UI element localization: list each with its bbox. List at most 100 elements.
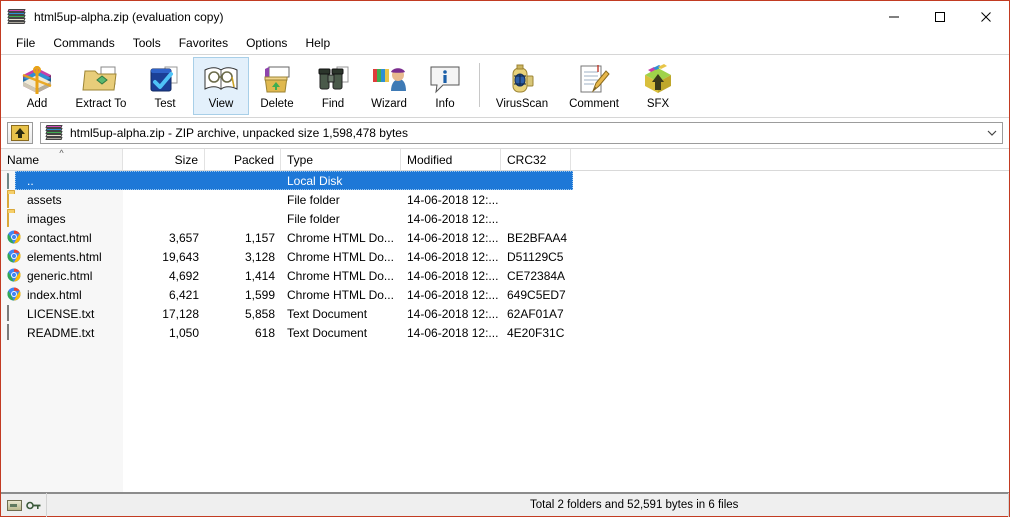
- cell-name: ..: [1, 171, 123, 190]
- toolbar-label-sfx: SFX: [646, 98, 670, 110]
- path-bar: html5up-alpha.zip - ZIP archive, unpacke…: [1, 118, 1009, 148]
- cell-name-text: ..: [27, 173, 34, 188]
- winrar-books-icon: [45, 125, 64, 141]
- menu-item-tools[interactable]: Tools: [124, 34, 170, 52]
- cell-type: File folder: [287, 192, 340, 207]
- table-row[interactable]: elements.html 19,643 3,128 Chrome HTML D…: [1, 247, 1009, 266]
- cell-modified: 14-06-2018 12:...: [407, 325, 499, 340]
- column-header-name-label: Name: [7, 152, 40, 167]
- cell-size: 17,128: [162, 306, 199, 321]
- toolbar-button-add[interactable]: Add: [9, 57, 65, 115]
- table-row[interactable]: LICENSE.txt 17,128 5,858 Text Document 1…: [1, 304, 1009, 323]
- toolbar-button-sfx[interactable]: SFX: [630, 57, 686, 115]
- column-header-crc32[interactable]: CRC32: [501, 149, 571, 170]
- table-row[interactable]: assets File folder 14-06-2018 12:...: [1, 190, 1009, 209]
- drive-icon[interactable]: [7, 499, 22, 511]
- table-row[interactable]: .. Local Disk: [1, 171, 1009, 190]
- archive-path-combo[interactable]: html5up-alpha.zip - ZIP archive, unpacke…: [40, 122, 1003, 144]
- key-icon[interactable]: [26, 500, 42, 511]
- chevron-down-icon[interactable]: [982, 123, 1002, 143]
- toolbar-button-virusscan[interactable]: VirusScan: [486, 57, 558, 115]
- cell-name-text: index.html: [27, 287, 82, 302]
- sfx-icon: [638, 61, 678, 97]
- toolbar-button-wizard[interactable]: Wizard: [361, 57, 417, 115]
- column-header-modified[interactable]: Modified: [401, 149, 501, 170]
- cell-packed: [205, 171, 281, 190]
- cell-size: 4,692: [168, 268, 199, 283]
- cell-type: Chrome HTML Do...: [287, 249, 394, 264]
- cell-size: 3,657: [168, 230, 199, 245]
- toolbar-button-extract-to[interactable]: Extract To: [65, 57, 137, 115]
- window-title: html5up-alpha.zip (evaluation copy): [34, 9, 224, 24]
- menu-bar: File Commands Tools Favorites Options He…: [1, 32, 1009, 54]
- cell-packed: 618: [254, 325, 275, 340]
- column-header-packed-label: Packed: [233, 152, 274, 167]
- find-binoculars-icon: [313, 61, 353, 97]
- column-header-crc32-label: CRC32: [507, 152, 547, 167]
- column-header-size[interactable]: Size: [123, 149, 205, 170]
- wizard-icon: [369, 61, 409, 97]
- cell-type: Text Document: [287, 325, 368, 340]
- toolbar-label-test: Test: [154, 98, 176, 110]
- toolbar-label-virusscan: VirusScan: [495, 98, 549, 110]
- cell-type: File folder: [287, 211, 340, 226]
- status-bar: Total 2 folders and 52,591 bytes in 6 fi…: [1, 492, 1009, 517]
- cell-name-text: elements.html: [27, 249, 102, 264]
- column-header-name[interactable]: Name ^: [1, 149, 123, 170]
- column-header-type-label: Type: [287, 152, 314, 167]
- cell-name-text: README.txt: [27, 325, 95, 340]
- cell-size: [123, 171, 205, 190]
- cell-name-text: contact.html: [27, 230, 92, 245]
- toolbar-button-delete[interactable]: Delete: [249, 57, 305, 115]
- window-controls: [871, 1, 1009, 32]
- cell-modified: 14-06-2018 12:...: [407, 192, 499, 207]
- menu-item-commands[interactable]: Commands: [44, 34, 123, 52]
- cell-name: images: [1, 209, 123, 228]
- chrome-html-icon: [7, 268, 22, 283]
- toolbar-button-comment[interactable]: Comment: [558, 57, 630, 115]
- table-row[interactable]: images File folder 14-06-2018 12:...: [1, 209, 1009, 228]
- delete-icon: [257, 61, 297, 97]
- table-row[interactable]: contact.html 3,657 1,157 Chrome HTML Do.…: [1, 228, 1009, 247]
- table-row[interactable]: generic.html 4,692 1,414 Chrome HTML Do.…: [1, 266, 1009, 285]
- menu-item-options[interactable]: Options: [237, 34, 296, 52]
- cell-crc32: D51129C5: [507, 249, 564, 264]
- toolbar-label-view: View: [208, 98, 234, 110]
- toolbar-button-info[interactable]: Info: [417, 57, 473, 115]
- status-bar-icons: [1, 493, 47, 517]
- cell-packed: [205, 209, 281, 228]
- column-header-type[interactable]: Type: [281, 149, 401, 170]
- cell-packed: 5,858: [244, 306, 275, 321]
- archive-path-text: html5up-alpha.zip - ZIP archive, unpacke…: [70, 126, 408, 140]
- maximize-button[interactable]: [917, 1, 963, 32]
- toolbar-button-find[interactable]: Find: [305, 57, 361, 115]
- test-icon: [145, 61, 185, 97]
- folder-icon: [7, 192, 22, 208]
- table-row[interactable]: index.html 6,421 1,599 Chrome HTML Do...…: [1, 285, 1009, 304]
- cell-name: contact.html: [1, 228, 123, 247]
- cell-type: Local Disk: [287, 173, 343, 188]
- chrome-html-icon: [7, 230, 22, 245]
- minimize-button[interactable]: [871, 1, 917, 32]
- folder-icon: [7, 211, 22, 227]
- cell-crc32: 4E20F31C: [507, 325, 565, 340]
- table-row[interactable]: README.txt 1,050 618 Text Document 14-06…: [1, 323, 1009, 342]
- sort-ascending-icon: ^: [59, 148, 64, 158]
- cell-type: Chrome HTML Do...: [287, 268, 394, 283]
- up-one-folder-button[interactable]: [7, 122, 33, 144]
- toolbar-label-info: Info: [435, 98, 455, 110]
- cell-modified: 14-06-2018 12:...: [407, 306, 499, 321]
- file-list[interactable]: Name ^ Size Packed Type Modified CRC32 .…: [1, 148, 1009, 492]
- add-archive-icon: [17, 61, 57, 97]
- cell-packed: 3,128: [244, 249, 275, 264]
- close-button[interactable]: [963, 1, 1009, 32]
- cell-name-text: images: [27, 211, 66, 226]
- toolbar-button-test[interactable]: Test: [137, 57, 193, 115]
- menu-item-favorites[interactable]: Favorites: [170, 34, 237, 52]
- toolbar-button-view[interactable]: View: [193, 57, 249, 115]
- column-header-packed[interactable]: Packed: [205, 149, 281, 170]
- menu-item-help[interactable]: Help: [296, 34, 339, 52]
- cell-packed: 1,414: [244, 268, 275, 283]
- text-document-icon: [7, 324, 22, 340]
- menu-item-file[interactable]: File: [7, 34, 44, 52]
